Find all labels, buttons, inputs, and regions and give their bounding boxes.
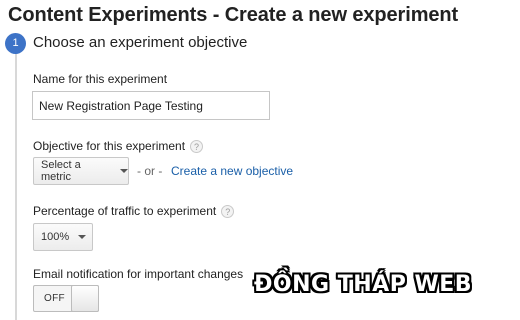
- create-new-objective-link[interactable]: Create a new objective: [171, 164, 293, 178]
- toggle-state-label: OFF: [44, 293, 65, 304]
- caret-down-icon: [78, 235, 87, 239]
- select-metric-label: Select a metric: [41, 159, 81, 183]
- help-icon[interactable]: ?: [221, 204, 235, 218]
- traffic-label-text: Percentage of traffic to experiment: [33, 204, 217, 218]
- traffic-percentage-value: 100%: [41, 231, 70, 243]
- step-connector-line: [15, 44, 17, 320]
- step-heading: Choose an experiment objective: [33, 34, 248, 51]
- toggle-knob[interactable]: [71, 285, 99, 312]
- select-metric-dropdown[interactable]: Select a metric: [33, 157, 129, 185]
- objective-label-text: Objective for this experiment: [33, 139, 186, 153]
- email-notification-label-text: Email notification for important changes: [33, 267, 244, 281]
- email-notification-label: Email notification for important changes: [33, 267, 243, 281]
- page-title: Content Experiments - Create a new exper…: [8, 4, 459, 26]
- help-icon[interactable]: ?: [190, 139, 204, 153]
- experiment-page: Content Experiments - Create a new exper…: [0, 0, 520, 320]
- objective-label: Objective for this experiment ?: [33, 139, 204, 153]
- or-separator: - or -: [137, 164, 163, 178]
- traffic-percentage-dropdown[interactable]: 100%: [33, 223, 93, 251]
- step-number-badge: 1: [5, 33, 26, 54]
- name-field-label-text: Name for this experiment: [33, 72, 168, 86]
- watermark-logo: ĐỒNG THÁP WEB: [254, 272, 473, 297]
- experiment-name-input[interactable]: [32, 91, 270, 120]
- name-field-label: Name for this experiment: [33, 72, 167, 86]
- caret-down-icon: [120, 169, 128, 173]
- email-notification-toggle[interactable]: OFF: [33, 285, 99, 312]
- traffic-label: Percentage of traffic to experiment ?: [33, 204, 235, 218]
